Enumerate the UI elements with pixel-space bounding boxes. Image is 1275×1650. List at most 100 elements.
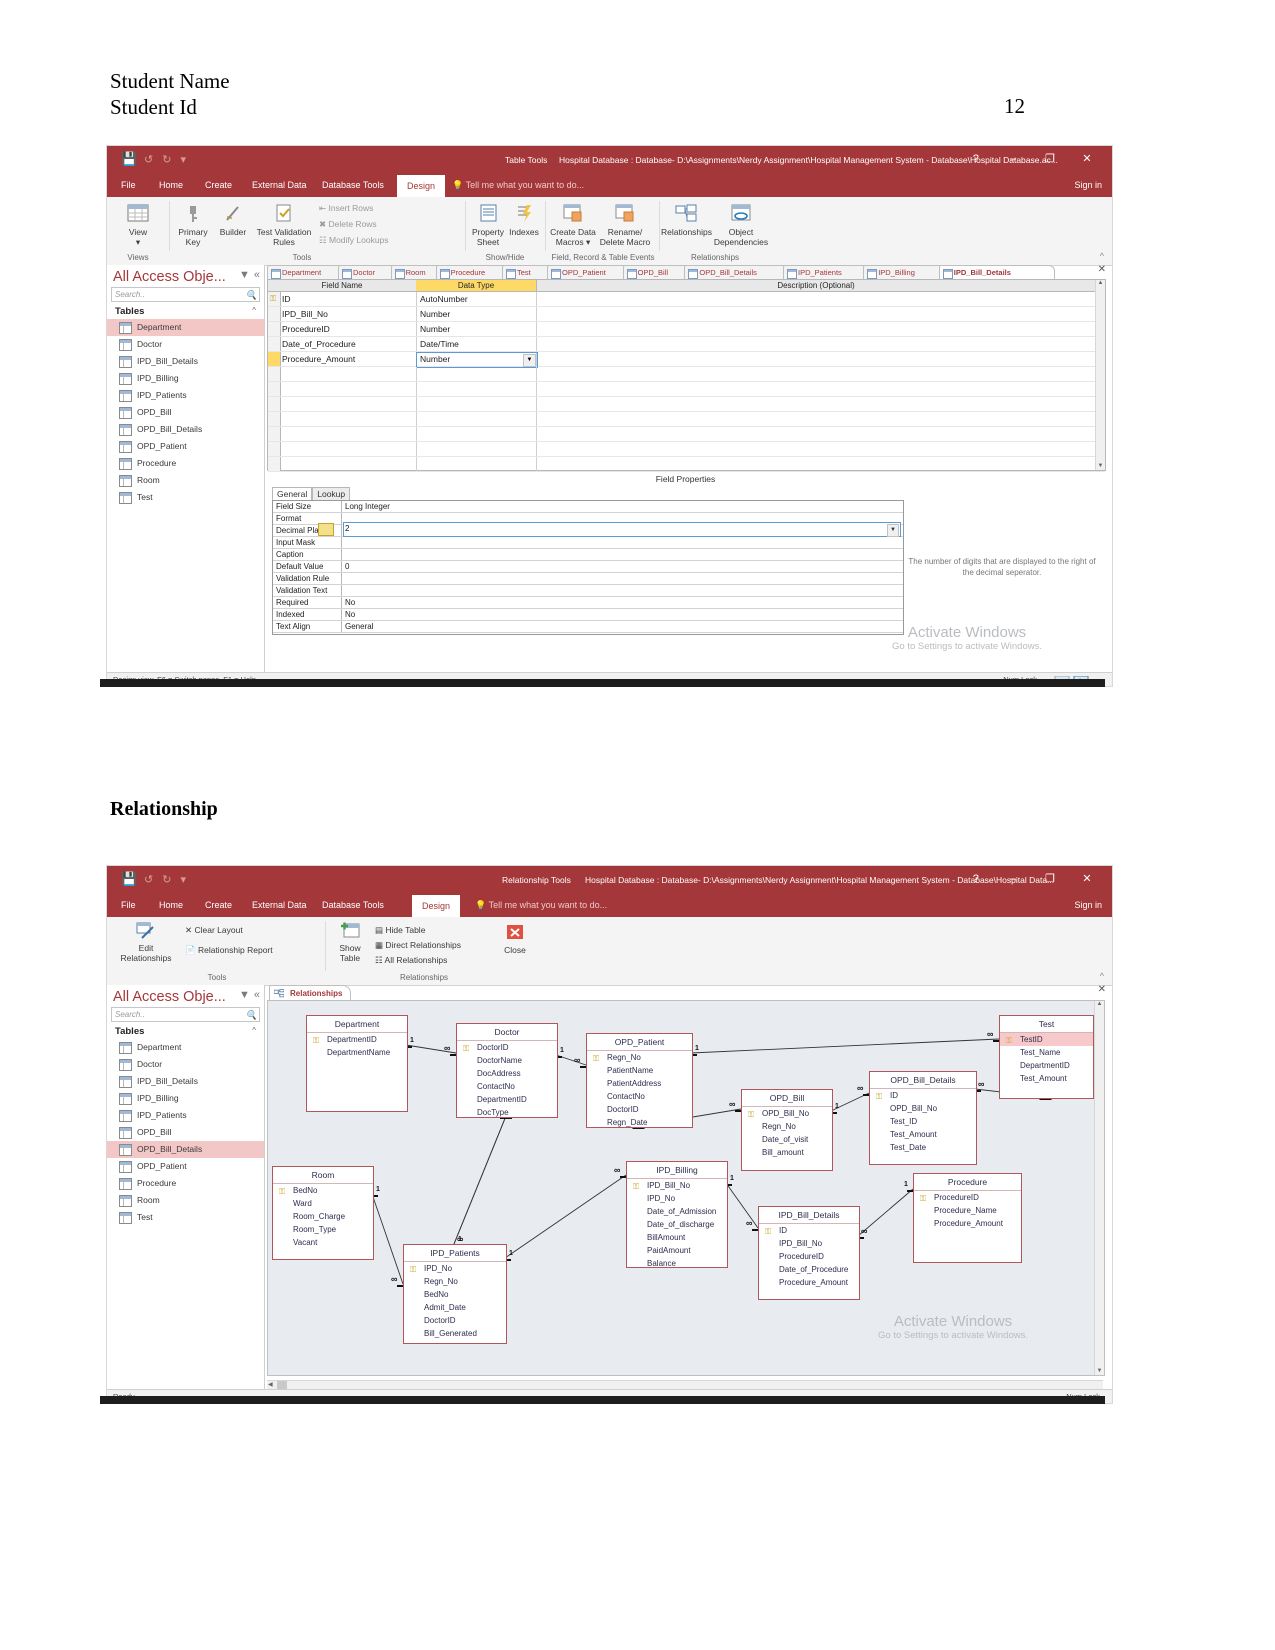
relationship-field[interactable]: Test_Amount xyxy=(870,1128,976,1141)
relationship-field[interactable]: DoctorID xyxy=(404,1314,506,1327)
relationship-field[interactable]: DocType xyxy=(457,1106,557,1119)
relationship-field[interactable]: Date_of_discharge xyxy=(627,1218,727,1231)
field-grid-row[interactable]: ⚿ ID AutoNumber xyxy=(268,292,1105,307)
navigation-group-tables-2[interactable]: Tables ^ xyxy=(107,1022,264,1039)
ribbon-tab-bar-2[interactable]: File Home Create External Data Database … xyxy=(107,895,1112,917)
field-grid-row[interactable] xyxy=(268,412,1105,427)
tab-general[interactable]: General xyxy=(272,487,313,501)
tell-me-search-2[interactable]: 💡 Tell me what you want to do... xyxy=(475,900,607,911)
property-value[interactable]: No xyxy=(345,597,355,608)
doc-tab-ipd_bill_details[interactable]: IPD_Bill_Details xyxy=(938,265,1056,280)
close-button[interactable]: ✕ xyxy=(1070,152,1104,165)
relationship-field[interactable]: Admit_Date xyxy=(404,1301,506,1314)
relationship-table-title[interactable]: IPD_Bill_Details xyxy=(759,1207,859,1224)
property-row[interactable]: Indexed No xyxy=(273,609,903,621)
property-row[interactable]: Text Align General xyxy=(273,621,903,633)
relationship-field[interactable]: Procedure_Name xyxy=(914,1204,1021,1217)
show-table-button[interactable]: Show Table xyxy=(329,921,371,963)
data-type-cell[interactable]: Number xyxy=(420,307,450,321)
tab-create[interactable]: Create xyxy=(205,180,232,190)
relationship-field[interactable]: Test_Name xyxy=(1000,1046,1093,1059)
search-icon-2[interactable]: 🔍 xyxy=(243,1009,257,1022)
relationship-field[interactable]: ⚿ IPD_No xyxy=(404,1262,506,1275)
scroll-up-icon-2[interactable]: ▲ xyxy=(1095,1001,1104,1007)
relationship-field[interactable]: PaidAmount xyxy=(627,1244,727,1257)
window-controls[interactable]: ? – ❐ ✕ xyxy=(959,152,1104,165)
edit-relationships-button[interactable]: Edit Relationships xyxy=(115,921,177,963)
builder-button[interactable]: Builder xyxy=(213,203,253,237)
collapse-ribbon-icon-2[interactable]: ^ xyxy=(1100,971,1104,981)
close-object-icon[interactable]: ✕ xyxy=(1098,264,1106,275)
relationship-field[interactable]: ⚿ DoctorID xyxy=(457,1041,557,1054)
relationship-table-ipd_patients[interactable]: IPD_Patients ⚿ IPD_No Regn_No BedNo Admit_Dat… xyxy=(403,1244,507,1344)
nav-item-opd_bill[interactable]: OPD_Bill xyxy=(107,1124,264,1141)
hide-table-button[interactable]: ▤ Hide Table xyxy=(375,925,465,935)
close-button-2[interactable]: ✕ xyxy=(1070,872,1104,885)
relationship-field[interactable]: Test_Date xyxy=(870,1141,976,1154)
create-data-macros-button[interactable]: Create Data Macros ▾ xyxy=(549,203,597,247)
field-grid-row[interactable]: IPD_Bill_No Number xyxy=(268,307,1105,322)
row-selector[interactable] xyxy=(268,457,281,471)
relationship-table-title[interactable]: OPD_Bill_Details xyxy=(870,1072,976,1089)
relationship-field[interactable]: ⚿ ID xyxy=(870,1089,976,1102)
nav-item-procedure[interactable]: Procedure xyxy=(107,1175,264,1192)
relationship-table-ipd_bill_details[interactable]: IPD_Bill_Details ⚿ ID IPD_Bill_No ProcedureI… xyxy=(758,1206,860,1300)
relationship-field[interactable]: IPD_No xyxy=(627,1192,727,1205)
relationship-field[interactable]: Date_of_visit xyxy=(742,1133,832,1146)
restore-button-2[interactable]: ❐ xyxy=(1033,872,1067,885)
row-selector[interactable] xyxy=(268,307,281,321)
relationship-field[interactable]: ⚿ DepartmentID xyxy=(307,1033,407,1046)
search-icon[interactable]: 🔍 xyxy=(243,289,257,302)
nav-item-opd_patient[interactable]: OPD_Patient xyxy=(107,438,264,455)
relationship-field[interactable]: Balance xyxy=(627,1257,727,1270)
relationship-field[interactable]: Procedure_Amount xyxy=(759,1276,859,1289)
save-icon[interactable]: 💾 xyxy=(121,152,137,166)
data-type-cell[interactable]: Date/Time xyxy=(420,337,459,351)
property-row[interactable]: Field Size Long Integer xyxy=(273,501,903,513)
close-object-icon-2[interactable]: ✕ xyxy=(1098,984,1106,995)
nav-item-test[interactable]: Test xyxy=(107,489,264,506)
relationship-field[interactable]: Date_of_Procedure xyxy=(759,1263,859,1276)
field-grid-row[interactable]: Procedure_Amount Number ▼ xyxy=(268,352,1105,368)
relationship-table-title[interactable]: OPD_Patient xyxy=(587,1034,692,1051)
relationship-field[interactable]: DepartmentName xyxy=(307,1046,407,1059)
sign-in-link-2[interactable]: Sign in xyxy=(1074,900,1102,910)
property-row[interactable]: Validation Rule xyxy=(273,573,903,585)
relationship-field[interactable]: Regn_Date xyxy=(587,1116,692,1129)
row-selector[interactable] xyxy=(268,442,281,456)
nav-item-ipd_bill_details[interactable]: IPD_Bill_Details xyxy=(107,1073,264,1090)
navigation-pane-menu-icon-2[interactable]: ▼ xyxy=(239,989,250,1001)
row-selector[interactable] xyxy=(268,367,281,381)
property-value[interactable]: General xyxy=(345,621,373,632)
field-name-cell[interactable]: Procedure_Amount xyxy=(282,352,355,366)
relationship-field[interactable]: Procedure_Amount xyxy=(914,1217,1021,1230)
field-grid-row[interactable] xyxy=(268,427,1105,442)
field-grid-row[interactable] xyxy=(268,382,1105,397)
nav-item-doctor[interactable]: Doctor xyxy=(107,1056,264,1073)
relationship-table-title[interactable]: Procedure xyxy=(914,1174,1021,1191)
relationship-field[interactable]: ⚿ Regn_No xyxy=(587,1051,692,1064)
nav-item-opd_bill_details[interactable]: OPD_Bill_Details xyxy=(107,1141,264,1158)
tab-database-tools-2[interactable]: Database Tools xyxy=(322,900,384,910)
tab-design[interactable]: Design xyxy=(397,175,446,197)
save-icon-2[interactable]: 💾 xyxy=(121,872,137,886)
field-grid-row[interactable] xyxy=(268,397,1105,412)
relationship-table-opd_patient[interactable]: OPD_Patient ⚿ Regn_No PatientName PatientAdd… xyxy=(586,1033,693,1128)
scroll-thumb[interactable] xyxy=(277,1381,287,1389)
nav-item-ipd_billing[interactable]: IPD_Billing xyxy=(107,1090,264,1107)
nav-item-opd_patient[interactable]: OPD_Patient xyxy=(107,1158,264,1175)
relationship-field[interactable]: DepartmentID xyxy=(1000,1059,1093,1072)
column-header-description[interactable]: Description (Optional) xyxy=(536,280,1096,291)
view-dropdown-arrow[interactable]: ▾ xyxy=(115,237,161,247)
relationship-field[interactable]: ⚿ ProcedureID xyxy=(914,1191,1021,1204)
nav-item-procedure[interactable]: Procedure xyxy=(107,455,264,472)
help-button[interactable]: ? xyxy=(959,153,993,165)
property-row[interactable]: Validation Text xyxy=(273,585,903,597)
relationship-table-department[interactable]: Department ⚿ DepartmentID DepartmentName xyxy=(306,1015,408,1112)
data-type-cell[interactable]: AutoNumber xyxy=(420,292,468,306)
restore-button[interactable]: ❐ xyxy=(1033,152,1067,165)
row-selector[interactable] xyxy=(268,322,281,336)
relationship-table-procedure[interactable]: Procedure ⚿ ProcedureID Procedure_Name Proce… xyxy=(913,1173,1022,1263)
canvas-vertical-scrollbar[interactable]: ▲ ▼ xyxy=(1094,1001,1104,1375)
navigation-pane-collapse-icon[interactable]: « xyxy=(254,269,260,281)
